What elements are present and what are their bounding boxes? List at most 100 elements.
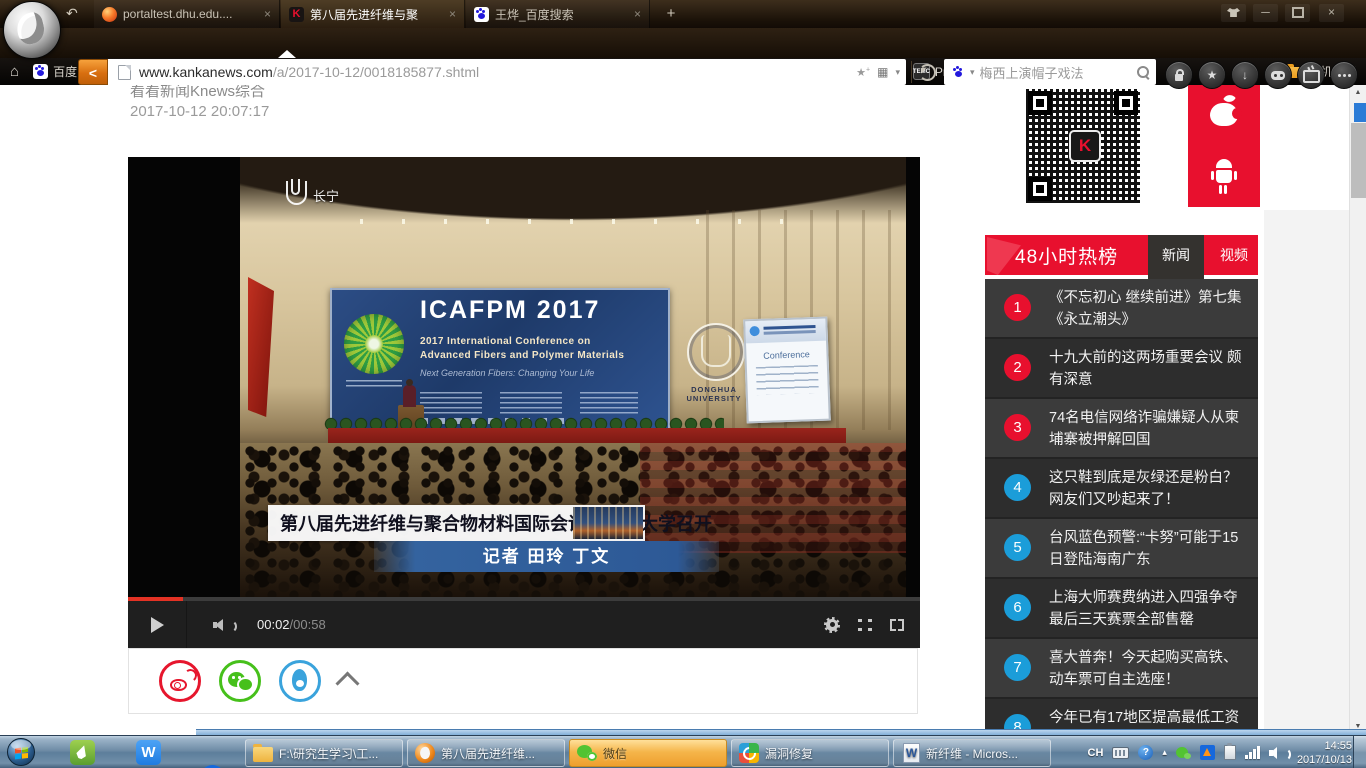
bookmark-baidu[interactable]: 百度 <box>33 63 77 80</box>
chevron-down-icon[interactable]: ▾ <box>970 67 975 78</box>
home-icon[interactable]: ⌂ <box>10 63 19 80</box>
close-button[interactable]: × <box>1319 4 1344 22</box>
search-box[interactable]: ▾ 梅西上演帽子戏法 <box>944 59 1156 85</box>
share-weibo-button[interactable] <box>159 660 201 702</box>
hotlist-item-text: 上海大师赛费纳进入四强争夺 最后三天赛票全部售罄 <box>1049 590 1238 628</box>
uploader-tray-icon[interactable] <box>1200 745 1215 760</box>
weibo-icon <box>170 679 187 691</box>
channel-watermark: 长宁 <box>286 181 339 205</box>
divider <box>911 61 912 83</box>
taskbar-button-vulnfix[interactable]: 漏洞修复 <box>731 739 889 767</box>
tab-close-icon[interactable]: × <box>449 8 456 20</box>
maximize-button[interactable] <box>1285 4 1310 22</box>
help-icon[interactable]: ? <box>1138 745 1153 760</box>
new-tab-button[interactable]: + <box>660 4 682 24</box>
windows-flag-icon <box>15 748 21 754</box>
scroll-up-arrow[interactable]: ▲ <box>1350 85 1366 101</box>
menu-more-button[interactable] <box>1330 61 1358 89</box>
start-button[interactable] <box>7 738 35 766</box>
theater-mode-icon[interactable] <box>858 619 872 631</box>
browser-tab-3[interactable]: 王烨_百度搜索 × <box>466 0 650 28</box>
favorite-add-icon[interactable]: ★+ <box>856 66 870 79</box>
browser-tab-1[interactable]: portaltest.dhu.edu.... × <box>94 0 280 28</box>
settings-gear-icon[interactable] <box>824 617 840 633</box>
games-button[interactable] <box>1264 61 1292 89</box>
baidu-paw-icon <box>951 65 965 79</box>
hotlist-item-text: 十九大前的这两场重要会议 颇有深意 <box>1049 350 1242 388</box>
page-icon <box>118 65 131 80</box>
hotlist-item[interactable]: 3 74名电信网络诈骗嫌疑人从柬埔寨被押解回国 <box>985 399 1258 459</box>
hotlist-tab-news[interactable]: 新闻 <box>1148 235 1204 279</box>
keyboard-icon[interactable] <box>1112 747 1129 759</box>
lock-icon <box>1175 74 1183 81</box>
network-signal-icon[interactable] <box>1245 746 1260 759</box>
back-button[interactable]: < <box>78 59 108 85</box>
clipboard-tray-icon[interactable] <box>1224 745 1236 760</box>
search-query[interactable]: 梅西上演帽子戏法 <box>980 63 1132 82</box>
lock-button[interactable] <box>1165 61 1193 89</box>
stage-plants <box>324 415 724 429</box>
apple-icon[interactable] <box>1210 95 1238 127</box>
skyline-graphic <box>573 507 643 539</box>
wechat-tray-icon[interactable] <box>1176 746 1191 760</box>
play-button[interactable] <box>128 601 187 648</box>
share-qq-button[interactable] <box>279 660 321 702</box>
download-button[interactable]: ↓ <box>1231 61 1259 89</box>
hotlist-tab-video[interactable]: 视频 <box>1210 235 1258 275</box>
tab-history-back-icon[interactable]: ↶ <box>66 5 78 21</box>
page-scrollbar[interactable]: ▲ ▼ <box>1349 85 1366 735</box>
collapse-chevron-icon[interactable] <box>335 671 359 695</box>
hotlist-item[interactable]: 5 台风蓝色预警:“卡努”可能于15日登陆海南广东 <box>985 519 1258 579</box>
share-wechat-button[interactable] <box>219 660 261 702</box>
baidu-paw-icon <box>33 64 48 79</box>
taskbar-button-folder[interactable]: F:\研究生学习\工... <box>245 739 403 767</box>
skin-button[interactable] <box>1221 4 1246 22</box>
search-icon[interactable] <box>1137 66 1149 78</box>
taskbar-button-wechat[interactable]: 微信 <box>569 739 727 767</box>
android-icon[interactable] <box>1209 159 1239 191</box>
hotlist-item[interactable]: 6 上海大师赛费纳进入四强争夺 最后三天赛票全部售罄 <box>985 579 1258 639</box>
changning-logo-icon <box>286 181 307 205</box>
minimize-button[interactable]: ─ <box>1253 4 1278 22</box>
screen: ↶ portaltest.dhu.edu.... × K 第八届先进纤维与聚 ×… <box>0 0 1366 768</box>
rank-badge: 1 <box>1004 294 1031 321</box>
active-tab-pointer <box>278 50 296 58</box>
taskbar-button-browser[interactable]: 第八届先进纤维... <box>407 739 565 767</box>
qr-code: K <box>1026 89 1140 203</box>
volume-button[interactable] <box>213 618 233 632</box>
volume-tray-icon[interactable] <box>1269 746 1285 760</box>
coreldraw-icon[interactable] <box>70 740 95 765</box>
side-panel-tab[interactable] <box>1354 103 1366 122</box>
hotlist-item[interactable]: 2 十九大前的这两场重要会议 颇有深意 <box>985 339 1258 399</box>
banner-title: ICAFPM 2017 <box>420 296 600 325</box>
favorites-button[interactable]: ★ <box>1198 61 1226 89</box>
tab-close-icon[interactable]: × <box>634 8 641 20</box>
hotlist-item[interactable]: 4 这只鞋到底是灰绿还是粉白？网友们又吵起来了！ <box>985 459 1258 519</box>
folder-icon <box>253 747 273 762</box>
wps-writer-icon[interactable]: W <box>136 740 161 765</box>
language-indicator[interactable]: CH <box>1088 747 1104 759</box>
qr-scan-icon[interactable]: ▦ <box>877 65 888 79</box>
hotlist-item[interactable]: 7 喜大普奔！今天起购买高铁、动车票可自主选座！ <box>985 639 1258 699</box>
red-chairs <box>640 443 906 553</box>
hotlist-item[interactable]: 1 《不忘初心 继续前进》第七集《永立潮头》 <box>985 279 1258 339</box>
more-dots-icon <box>1343 74 1346 77</box>
donghua-university-label: DONGHUA UNIVERSITY <box>672 385 756 403</box>
tab-close-icon[interactable]: × <box>264 8 271 20</box>
video-player[interactable]: ICAFPM 2017 2017 International Conferenc… <box>128 157 920 648</box>
clock[interactable]: 14:55 2017/10/13 <box>1297 739 1352 767</box>
hidden-icons-arrow[interactable]: ▴ <box>1162 747 1167 758</box>
fullscreen-icon[interactable] <box>890 619 904 631</box>
video-frame[interactable]: ICAFPM 2017 2017 International Conferenc… <box>128 157 920 597</box>
browser-tab-2-active[interactable]: K 第八届先进纤维与聚 × <box>281 0 465 28</box>
show-desktop-button[interactable] <box>1353 736 1366 768</box>
taskbar-button-word[interactable]: W 新纤维 - Micros... <box>893 739 1051 767</box>
cheetah-browser-logo[interactable] <box>3 1 61 59</box>
kankanews-k-icon: K <box>1069 130 1101 162</box>
refresh-icon[interactable] <box>919 64 936 81</box>
url-field[interactable]: www.kankanews.com/a/2017-10-12/001818587… <box>108 59 906 85</box>
video-tv-button[interactable] <box>1297 61 1325 89</box>
reporter-byline: 记者 田玲 丁文 <box>374 541 719 572</box>
chevron-down-icon[interactable]: ▾ <box>895 67 900 78</box>
scrollbar-thumb[interactable] <box>1351 123 1366 198</box>
